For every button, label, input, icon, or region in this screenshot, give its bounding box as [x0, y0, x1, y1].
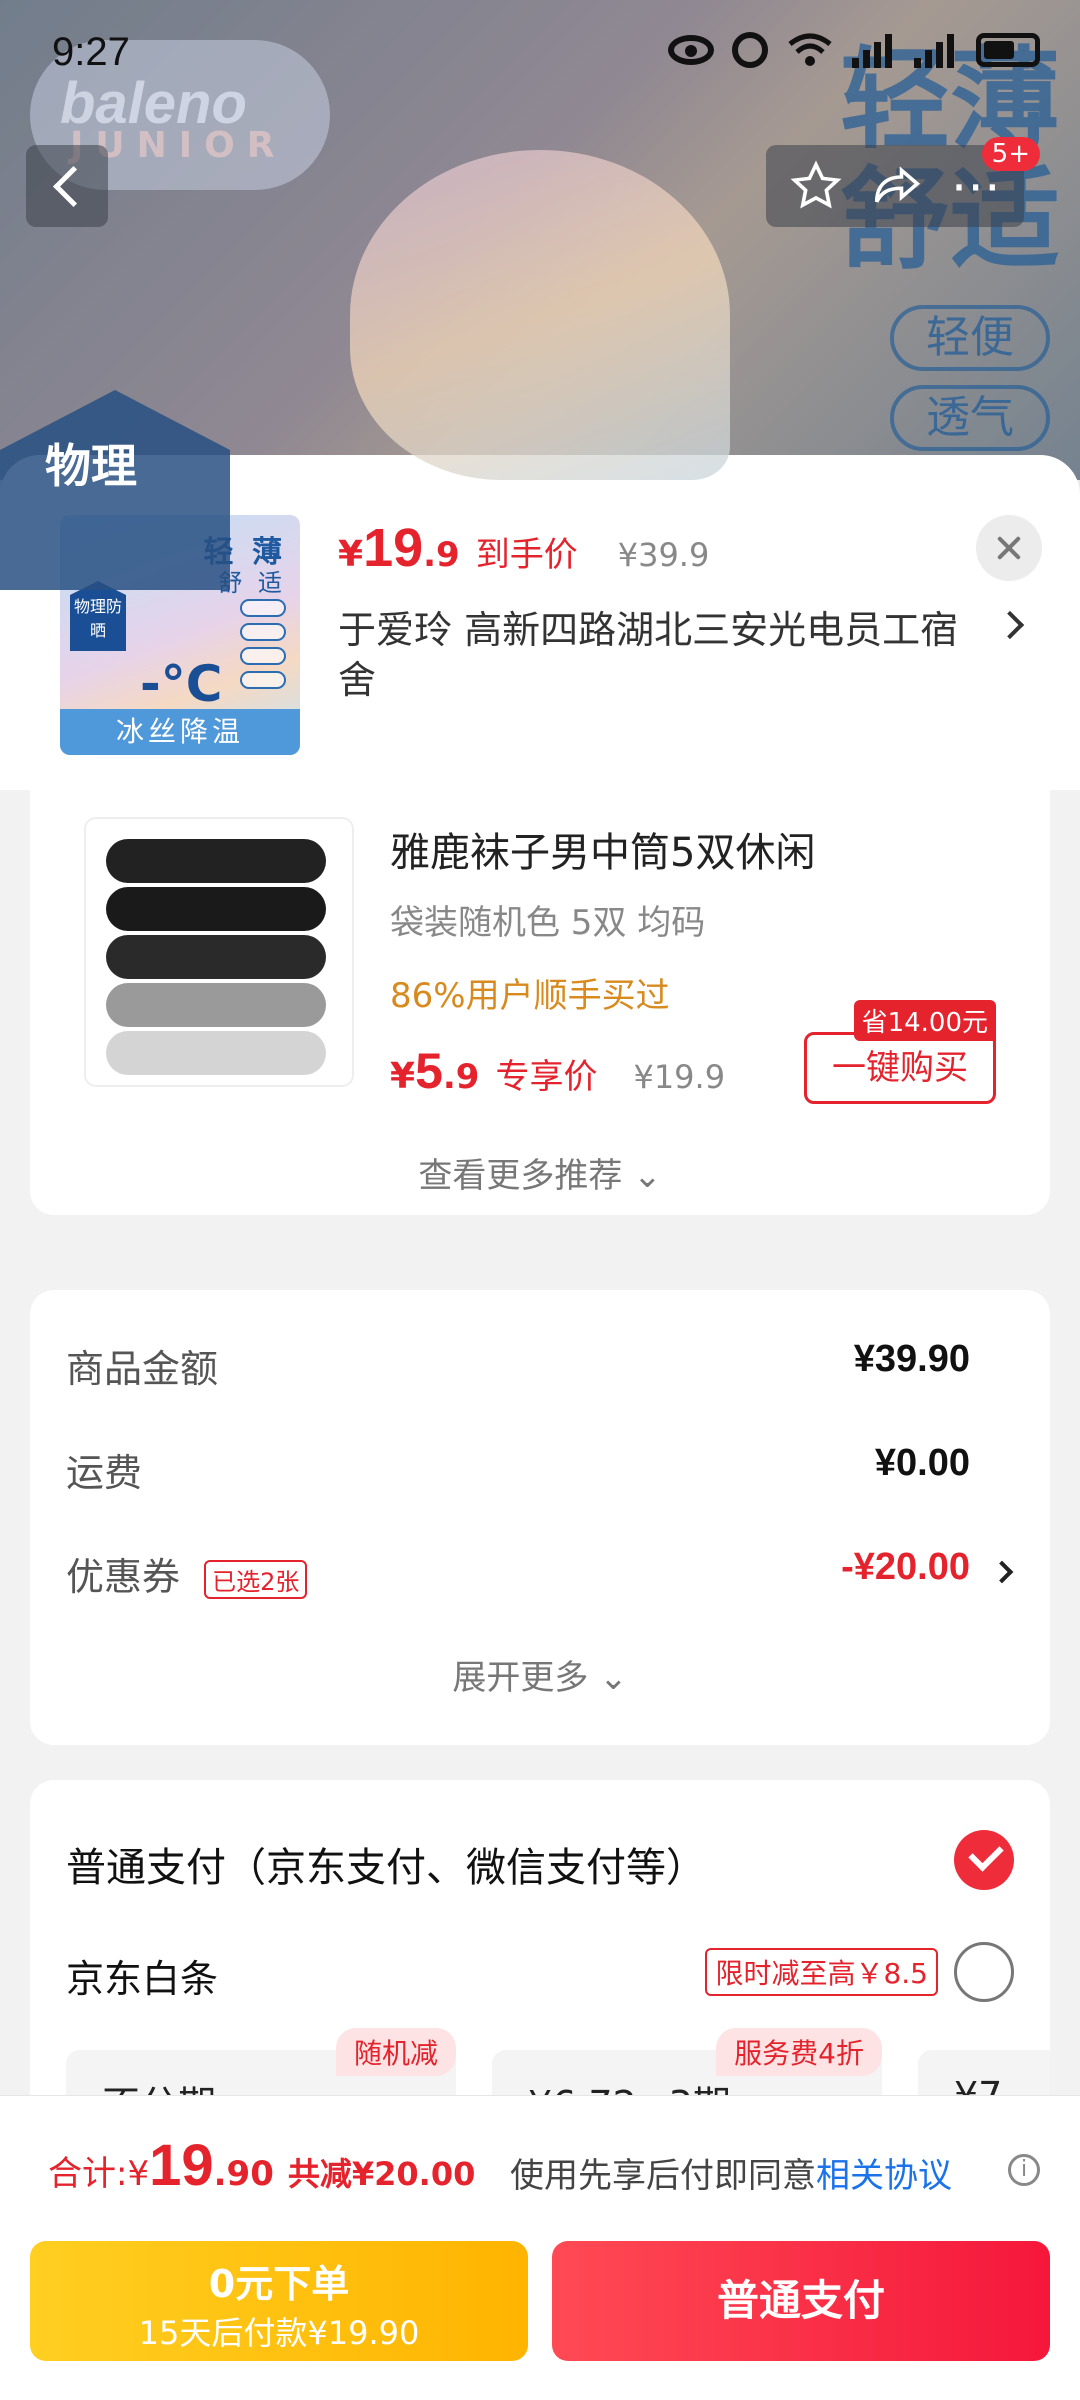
baitiao-option[interactable]: 京东白条 [66, 1948, 218, 2003]
coupon-row[interactable]: 优惠券 已选2张 -¥20.00 [66, 1546, 1014, 1606]
plan-tag: 服务费4折 [716, 2028, 882, 2076]
recommendation-card: 雅鹿袜子男中筒5双休闲 袋装随机色 5双 均码 86%用户顺手买过 ¥ 5 .9… [30, 790, 1050, 1215]
coupon-label: 优惠券 [66, 1555, 181, 1599]
background-badge-text: 物理 [45, 439, 137, 493]
shipping-row: 运费 ¥0.00 [66, 1442, 1014, 1502]
delivery-address[interactable]: 于爱玲 高新四路湖北三安光电员工宿舍 [338, 605, 978, 705]
pay-later-title: 0元下单 [208, 2262, 350, 2306]
product-hood-graphic [350, 150, 730, 480]
agreement-text: 使用先享后付即同意相关协议 [510, 2148, 952, 2197]
total-dec: .90 [213, 2154, 274, 2194]
product-price: ¥ 19 .9 到手价 ¥39.9 [338, 517, 709, 579]
original-price: ¥19.9 [633, 1058, 726, 1096]
share-icon[interactable] [870, 159, 924, 213]
thumb-chip [240, 623, 286, 641]
shipping-label: 运费 [66, 1451, 143, 1495]
recommendation-price: ¥ 5 .9 专享价 ¥19.9 [390, 1042, 725, 1100]
pay-later-button[interactable]: 0元下单 15天后付款¥19.90 [30, 2241, 528, 2361]
recommendation-social-proof: 86%用户顺手买过 [390, 976, 670, 1016]
sock-shape [106, 839, 326, 883]
price-dec: .9 [423, 535, 460, 575]
info-icon[interactable]: i [1008, 2154, 1040, 2186]
sock-shape [106, 1031, 326, 1075]
status-bar: 9:27 [0, 0, 1080, 115]
goods-amount-row: 商品金额 ¥39.90 [66, 1338, 1014, 1398]
battery-icon [976, 33, 1040, 67]
agreement-link[interactable]: 相关协议 [816, 2156, 952, 2196]
recommendation-spec: 袋装随机色 5双 均码 [390, 903, 706, 943]
signal-icon [852, 32, 896, 68]
one-click-buy: 省14.00元 一键购买 [804, 1000, 996, 1104]
price-currency: ¥ [338, 534, 364, 575]
total-currency: ¥ [127, 2154, 150, 2194]
price-dec: .9 [442, 1057, 480, 1097]
unchecked-icon[interactable] [954, 1942, 1014, 2002]
back-button[interactable] [26, 145, 108, 227]
top-action-group: ⋯ 5+ [766, 137, 1040, 227]
normal-payment-option[interactable]: 普通支付（京东支付、微信支付等） [66, 1835, 706, 1893]
thumb-temp: -°C [140, 655, 223, 713]
status-time: 9:27 [52, 30, 130, 74]
price-int: 19 [363, 518, 424, 578]
recommendation-title[interactable]: 雅鹿袜子男中筒5双休闲 [390, 820, 815, 878]
wifi-icon [788, 33, 832, 66]
checked-icon[interactable] [954, 1830, 1014, 1890]
alarm-icon [732, 32, 768, 68]
eye-icon [668, 35, 714, 65]
total-saved: 共减¥20.00 [287, 2155, 476, 2193]
thumb-chip [240, 671, 286, 689]
pay-later-subtitle: 15天后付款¥19.90 [138, 2314, 420, 2352]
notification-badge: 5+ [981, 137, 1040, 171]
coupon-label-group: 优惠券 已选2张 [66, 1546, 308, 1601]
total-int: 19 [149, 2133, 214, 2198]
goods-amount-value: ¥39.90 [853, 1338, 970, 1380]
checkout-footer: 合计: ¥ 19 .90 共减¥20.00 使用先享后付即同意相关协议 i 0元… [0, 2095, 1080, 2400]
sock-shape [106, 887, 326, 931]
recommendation-image[interactable] [84, 817, 354, 1087]
normal-pay-button[interactable]: 普通支付 [552, 2241, 1050, 2361]
coupon-value: -¥20.00 [841, 1546, 970, 1588]
background-pill-breathable: 透气 [890, 385, 1050, 451]
total-label: 合计: [48, 2154, 128, 2194]
status-icons [668, 32, 1040, 68]
price-int: 5 [415, 1043, 443, 1099]
close-button[interactable] [976, 515, 1042, 581]
shipping-value: ¥0.00 [874, 1442, 970, 1484]
star-icon[interactable] [789, 159, 843, 213]
thumb-chip [240, 647, 286, 665]
chevron-right-icon[interactable] [995, 610, 1025, 640]
plan-tag: 随机减 [335, 2028, 456, 2076]
signal-icon-2 [914, 32, 958, 68]
background-pill-light: 轻便 [890, 305, 1050, 371]
price-label: 专享价 [495, 1057, 598, 1097]
original-price: ¥39.9 [617, 536, 710, 574]
price-label: 到手价 [475, 535, 578, 575]
save-badge: 省14.00元 [853, 1000, 996, 1041]
price-currency: ¥ [390, 1056, 416, 1097]
thumb-band: 冰丝降温 [60, 709, 300, 755]
more-recommendations-link[interactable]: 查看更多推荐 ⌄ [30, 1148, 1050, 1197]
agreement-prefix: 使用先享后付即同意 [510, 2156, 816, 2196]
baitiao-promo-tag: 限时减至高￥8.5 [705, 1948, 938, 1996]
expand-more-link[interactable]: 展开更多 ⌄ [30, 1650, 1050, 1699]
total-amount: 合计: ¥ 19 .90 共减¥20.00 [48, 2132, 475, 2199]
sock-shape [106, 983, 326, 1027]
sock-shape [106, 935, 326, 979]
one-click-buy-button[interactable]: 一键购买 [804, 1032, 996, 1104]
order-summary-card: 商品金额 ¥39.90 运费 ¥0.00 优惠券 已选2张 -¥20.00 展开… [30, 1290, 1050, 1745]
thumb-shield: 物理防晒 [70, 581, 126, 651]
thumb-chip [240, 599, 286, 617]
chevron-right-icon[interactable] [990, 1560, 1014, 1584]
goods-amount-label: 商品金额 [66, 1347, 219, 1391]
coupon-selected-tag: 已选2张 [204, 1560, 308, 1599]
